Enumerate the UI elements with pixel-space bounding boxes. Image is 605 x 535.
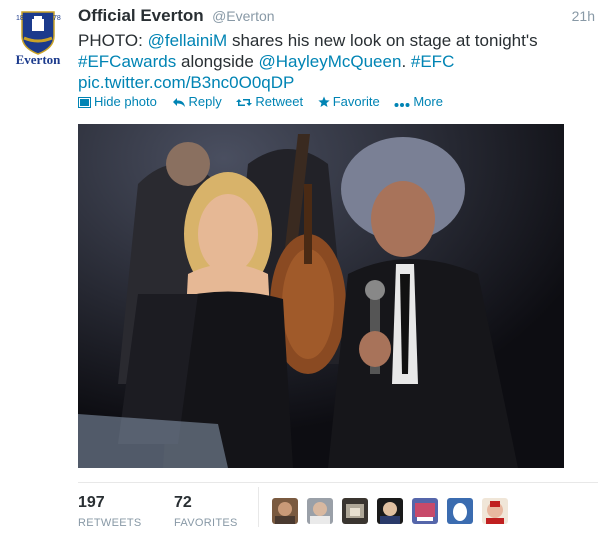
retweet-button[interactable]: Retweet (236, 94, 303, 109)
hashtag-link-efc[interactable]: #EFC (411, 52, 454, 71)
retweets-stat[interactable]: 197 RETWEETS (78, 494, 142, 529)
favoriter-avatar[interactable] (482, 498, 508, 524)
star-icon (318, 96, 330, 107)
favoriter-avatar[interactable] (377, 498, 403, 524)
retweets-count: 197 (78, 494, 105, 511)
reply-icon (172, 98, 185, 107)
tweet-text: PHOTO: @fellainiM shares his new look on… (78, 30, 598, 93)
default-egg-avatar[interactable] (447, 498, 473, 524)
tweet-text-part: shares his new look on stage at tonight'… (227, 31, 538, 50)
favorite-label: Favorite (332, 94, 380, 109)
avatar-caption: Everton (15, 52, 61, 67)
stats-separator (258, 487, 259, 527)
more-dots-icon (394, 103, 410, 107)
hide-photo-label: Hide photo (94, 94, 157, 109)
account-name[interactable]: Official Everton (78, 6, 204, 25)
reply-button[interactable]: Reply (172, 94, 222, 109)
mention-link-fellaini[interactable]: @fellainiM (148, 31, 228, 50)
hashtag-link-efcawards[interactable]: #EFCawards (78, 52, 176, 71)
photo-icon (78, 97, 91, 108)
tweet-timestamp[interactable]: 21h (572, 8, 595, 24)
tweet-photo[interactable] (78, 124, 564, 468)
photo-url-link[interactable]: pic.twitter.com/B3nc0O0qDP (78, 73, 294, 92)
favorites-count: 72 (174, 494, 192, 511)
svg-text:18: 18 (16, 15, 24, 22)
svg-text:78: 78 (53, 15, 61, 22)
favoriter-avatar[interactable] (342, 498, 368, 524)
favoriter-avatar[interactable] (272, 498, 298, 524)
more-label: More (413, 94, 443, 109)
favorites-stat[interactable]: 72 FAVORITES (174, 494, 238, 529)
retweets-label: RETWEETS (78, 517, 142, 529)
mention-link-hayley[interactable]: @HayleyMcQueen (259, 52, 402, 71)
retweet-icon (236, 99, 253, 106)
hide-photo-button[interactable]: Hide photo (78, 94, 157, 109)
tweet-text-part: alongside (176, 52, 259, 71)
favorite-button[interactable]: Favorite (318, 94, 380, 109)
tweet-text-part: PHOTO: (78, 31, 148, 50)
favoriter-avatar[interactable] (412, 498, 438, 524)
everton-crest-avatar[interactable]: 18 78 Everton (10, 8, 66, 68)
reply-label: Reply (188, 94, 222, 109)
retweet-label: Retweet (255, 94, 304, 109)
favorites-label: FAVORITES (174, 517, 238, 529)
tweet-actions: Hide photo Reply Retweet Favorite More (78, 94, 454, 109)
tweet-header: Official Everton @Everton 21h (78, 6, 595, 28)
account-handle[interactable]: @Everton (212, 8, 274, 24)
more-button[interactable]: More (394, 94, 443, 109)
stats-divider (78, 482, 598, 483)
tweet-text-part: . (401, 52, 411, 71)
favoriter-avatar[interactable] (307, 498, 333, 524)
